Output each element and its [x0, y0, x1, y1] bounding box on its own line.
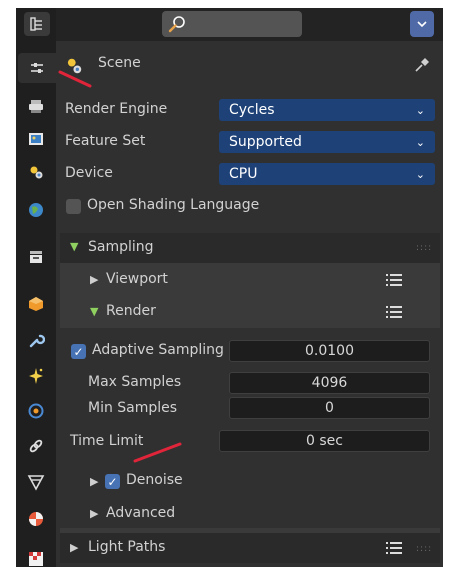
- annotation-line-time-limit: [133, 442, 182, 463]
- annotation-line-scene: [58, 70, 92, 88]
- annotation-marks: [58, 70, 182, 463]
